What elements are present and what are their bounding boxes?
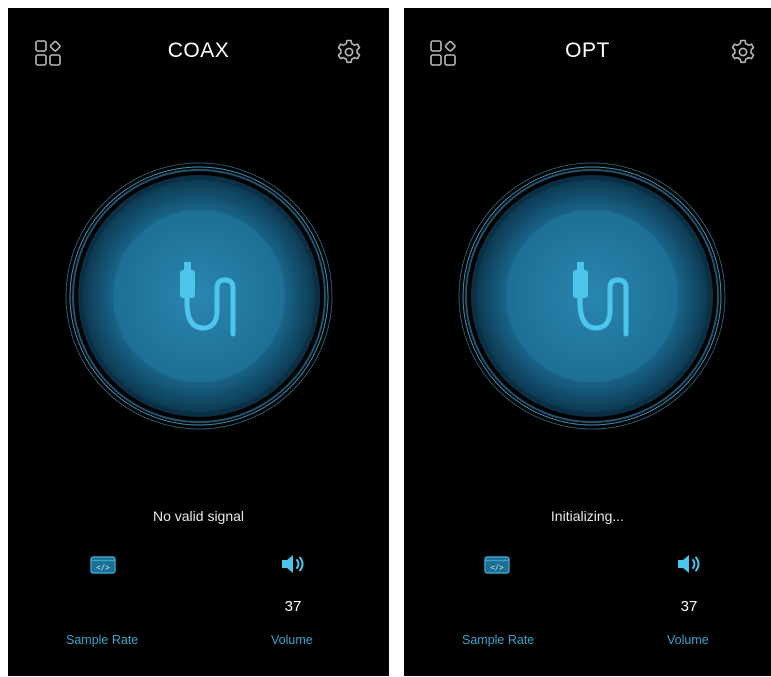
gear-icon — [731, 39, 755, 64]
volume-value: 37 — [680, 598, 698, 615]
input-dial[interactable] — [458, 162, 726, 430]
signal-status: Initializing... — [550, 508, 625, 524]
svg-text:</>: </> — [490, 563, 504, 572]
volume-value: 37 — [284, 598, 302, 615]
sample-rate-label[interactable]: Sample Rate — [462, 633, 534, 647]
gear-icon — [337, 39, 361, 64]
page-title: COAX — [167, 39, 230, 62]
settings-button[interactable] — [335, 38, 363, 66]
settings-button[interactable] — [729, 38, 757, 66]
screenshot-canvas: COAX No valid signal </> 37 Sample Rate … — [0, 0, 771, 677]
screen-opt: OPT Initializing... </> 37 Sample Rate V… — [404, 8, 771, 676]
dial-graphic — [65, 162, 333, 430]
input-dial[interactable] — [65, 162, 333, 430]
sample-rate-label[interactable]: Sample Rate — [66, 633, 138, 647]
speaker-icon — [678, 555, 700, 573]
speaker-icon — [282, 555, 304, 573]
svg-text:</>: </> — [96, 563, 110, 572]
sample-rate-button[interactable]: </> — [484, 556, 510, 574]
volume-label[interactable]: Volume — [271, 633, 313, 647]
volume-button[interactable] — [280, 553, 306, 575]
volume-label[interactable]: Volume — [667, 633, 709, 647]
code-window-icon: </> — [484, 556, 510, 574]
top-bar: COAX — [8, 8, 389, 100]
top-bar: OPT — [404, 8, 771, 100]
page-title: OPT — [565, 39, 610, 62]
volume-button[interactable] — [676, 553, 702, 575]
dial-graphic — [458, 162, 726, 430]
sample-rate-button[interactable]: </> — [90, 556, 116, 574]
code-window-icon: </> — [90, 556, 116, 574]
screen-coax: COAX No valid signal </> 37 Sample Rate … — [8, 8, 389, 676]
signal-status: No valid signal — [152, 508, 245, 524]
